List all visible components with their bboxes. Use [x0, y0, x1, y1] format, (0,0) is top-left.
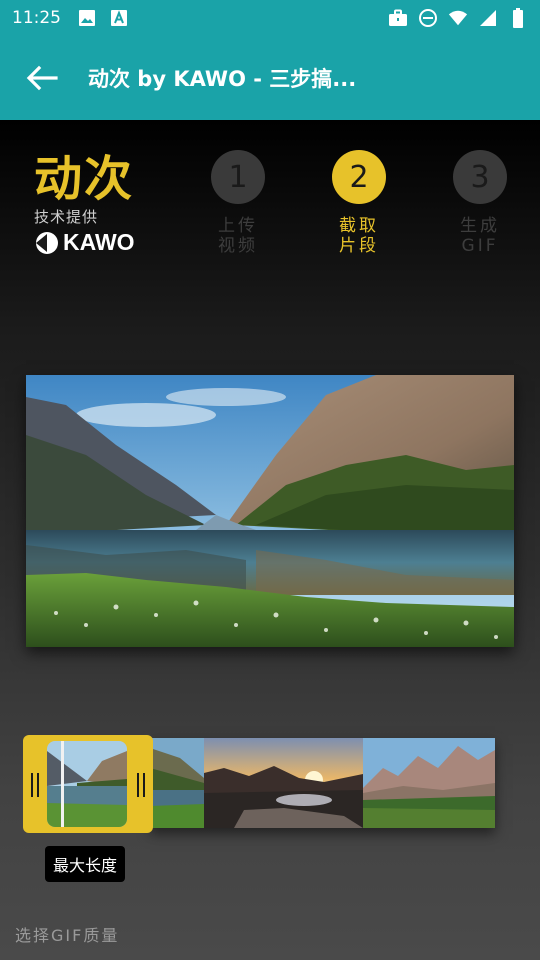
filmstrip[interactable]	[150, 738, 495, 828]
arrow-left-icon	[26, 65, 58, 91]
filmstrip-frame[interactable]	[363, 738, 495, 828]
briefcase-icon	[388, 8, 408, 28]
app-bar: 动次 by KAWO - 三步搞...	[0, 36, 540, 120]
right-trim-handle[interactable]	[137, 773, 145, 797]
filmstrip-frame[interactable]	[204, 738, 363, 828]
step-label-line2: GIF	[461, 236, 499, 256]
wifi-icon	[448, 8, 468, 28]
main-content: 动次 技术提供 KAWO 1 上传 视频 2 截取 片段 3 生成 GIF 最大…	[0, 120, 540, 960]
step-label: 截取 片段	[314, 216, 404, 256]
brand-title: 动次	[34, 151, 135, 207]
gif-quality-label: 选择GIF质量	[15, 926, 120, 945]
kawo-logo: KAWO	[34, 229, 174, 256]
status-time: 11:25	[12, 8, 61, 28]
step-trim[interactable]: 2 截取 片段	[314, 150, 404, 256]
step-label-line1: 上传	[218, 216, 258, 236]
video-preview[interactable]	[26, 375, 514, 647]
kawo-logo-icon	[36, 231, 58, 254]
brand-block: 动次 技术提供 KAWO	[34, 150, 174, 256]
trim-selector[interactable]	[23, 735, 153, 833]
sunset-frame-image	[204, 738, 363, 828]
step-label-line2: 片段	[339, 236, 379, 256]
battery-icon	[508, 8, 528, 28]
playhead-line[interactable]	[61, 741, 64, 827]
step-label: 上传 视频	[193, 216, 283, 256]
fjord-frame-image	[150, 738, 204, 828]
status-left-icons	[77, 8, 129, 28]
signal-icon	[478, 8, 498, 28]
step-label-line1: 截取	[339, 216, 379, 236]
status-bar: 11:25	[0, 0, 540, 36]
image-icon	[77, 8, 97, 28]
do-not-disturb-icon	[418, 8, 438, 28]
step-upload[interactable]: 1 上传 视频	[193, 150, 283, 256]
step-label: 生成 GIF	[435, 216, 525, 256]
step-number: 3	[453, 150, 507, 204]
font-app-icon	[109, 8, 129, 28]
app-title: 动次 by KAWO - 三步搞...	[88, 67, 357, 91]
step-label-line1: 生成	[460, 216, 500, 236]
filmstrip-frame[interactable]	[150, 738, 204, 828]
back-button[interactable]	[0, 36, 84, 120]
brand-subtitle: 技术提供	[34, 208, 99, 226]
selected-frame-thumbnail	[47, 741, 127, 827]
step-number: 2	[332, 150, 386, 204]
kawo-logo-text: KAWO	[63, 229, 135, 255]
status-right-icons	[388, 8, 528, 28]
step-label-line2: 视频	[218, 236, 258, 256]
mountains-frame-image	[363, 738, 495, 828]
left-trim-handle[interactable]	[31, 773, 39, 797]
step-generate[interactable]: 3 生成 GIF	[435, 150, 525, 256]
selected-frame-image	[47, 741, 127, 827]
step-number: 1	[211, 150, 265, 204]
landscape-image	[26, 375, 514, 647]
max-length-tooltip: 最大长度	[45, 846, 126, 882]
